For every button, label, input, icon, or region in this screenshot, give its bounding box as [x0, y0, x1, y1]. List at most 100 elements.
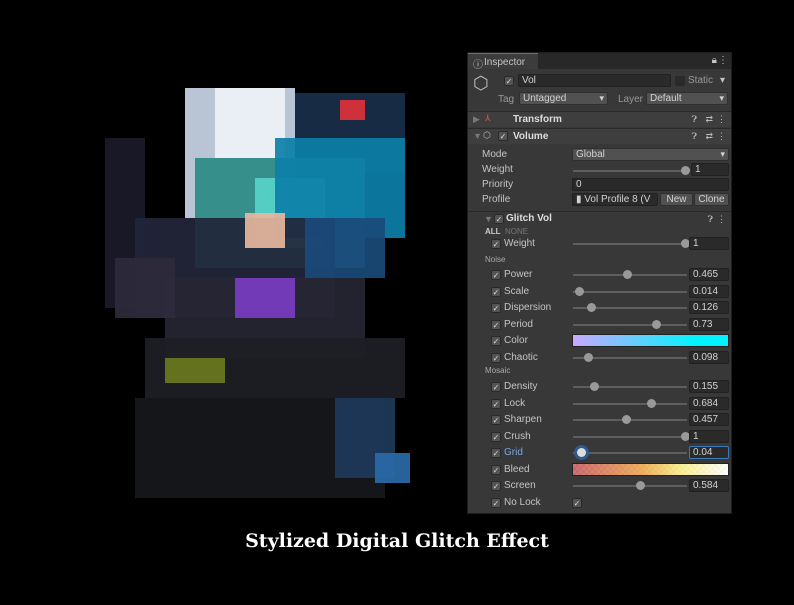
param-label: Screen [504, 480, 536, 491]
volume-header[interactable]: ▼ ⬡ ✓ Volume ❓︎ ⇄ ⋮ [468, 128, 731, 144]
priority-label: Priority [482, 179, 514, 190]
clone-label: Clone [698, 194, 725, 205]
color-swatch[interactable] [572, 334, 729, 347]
gradient-field[interactable] [572, 462, 729, 476]
param-value-input[interactable]: 0.584 [689, 479, 729, 492]
param-slider[interactable] [573, 435, 687, 438]
settings-icon[interactable]: ⇄ [705, 114, 713, 125]
param-slider[interactable] [573, 485, 687, 487]
mode-label: Mode [482, 149, 508, 160]
weight-slider[interactable] [573, 170, 687, 172]
slider-thumb[interactable] [651, 319, 661, 329]
glitch-vol-title: Glitch Vol [506, 213, 552, 224]
clone-profile-button[interactable]: Clone [694, 193, 729, 206]
override-checkbox[interactable]: ✓ [491, 382, 501, 392]
glitch-block [115, 258, 175, 318]
param-value-input[interactable]: 0.457 [689, 413, 729, 426]
override-checkbox[interactable]: ✓ [491, 431, 501, 442]
noise-section-header: Noise [485, 255, 506, 264]
override-checkbox[interactable]: ✓ [491, 497, 501, 508]
slider-thumb[interactable] [623, 270, 633, 279]
tag-dropdown[interactable]: Untagged [519, 92, 608, 105]
param-label: No Lock [504, 496, 541, 508]
active-checkbox[interactable]: ✓ [504, 76, 514, 86]
override-checkbox[interactable]: ✓ [491, 415, 501, 425]
layer-label: Layer [618, 94, 644, 105]
override-checkbox[interactable]: ✓ [491, 464, 501, 475]
param-value-input[interactable]: 1 [689, 237, 729, 250]
slider-thumb[interactable] [589, 382, 599, 391]
glitch-artwork-image [105, 78, 415, 508]
param-label: Lock [504, 397, 526, 409]
param-slider[interactable] [573, 243, 687, 245]
slider-thumb[interactable] [586, 303, 596, 312]
param-label: Density [504, 381, 538, 392]
param-value-input[interactable]: 0.04 [689, 446, 729, 459]
override-checkbox[interactable]: ✓ [491, 286, 501, 297]
volume-enabled-checkbox[interactable]: ✓ [498, 131, 508, 141]
help-icon[interactable]: ❓︎ [692, 131, 697, 142]
override-checkbox[interactable]: ✓ [491, 319, 501, 330]
tab-label: Inspector [484, 57, 526, 68]
volume-title: Volume [513, 131, 549, 142]
tab-inspector[interactable]: ⓘ Inspector [468, 53, 538, 71]
lock-icon[interactable]: 🔒︎ [712, 55, 717, 66]
slider-thumb[interactable] [583, 352, 593, 362]
more-icon[interactable]: ⋮ [717, 131, 726, 142]
no-lock-toggle[interactable]: ✓ [572, 497, 582, 508]
param-value-input[interactable]: 0.684 [689, 396, 729, 410]
override-checkbox[interactable]: ✓ [491, 303, 501, 313]
param-value-input[interactable]: 0.126 [689, 301, 729, 314]
override-checkbox[interactable]: ✓ [491, 448, 501, 458]
none-button[interactable]: NONE [505, 226, 528, 238]
slider-thumb[interactable] [577, 448, 587, 457]
param-value-input[interactable]: 0.155 [689, 380, 729, 393]
override-checkbox[interactable]: ✓ [491, 239, 501, 249]
param-value-input[interactable]: 0.73 [689, 317, 729, 331]
override-checkbox[interactable]: ✓ [491, 398, 501, 409]
param-slider[interactable] [573, 323, 687, 326]
param-value-input[interactable]: 1 [689, 429, 729, 443]
info-icon: ⓘ [473, 60, 483, 71]
param-label: Bleed [504, 463, 530, 475]
param-label: Sharpen [504, 414, 542, 425]
static-checkbox[interactable] [675, 76, 685, 86]
slider-thumb[interactable] [646, 398, 656, 408]
param-slider[interactable] [573, 452, 687, 454]
more-icon[interactable]: ⋮ [717, 114, 726, 125]
more-icon[interactable]: ⋮ [717, 214, 726, 225]
override-checkbox[interactable]: ✓ [491, 270, 501, 280]
weight-slider-thumb[interactable] [681, 166, 690, 175]
slider-thumb[interactable] [636, 481, 646, 490]
mode-dropdown[interactable]: Global [572, 148, 729, 161]
slider-thumb[interactable] [574, 286, 584, 296]
glitch-block [245, 213, 285, 248]
profile-label: Profile [482, 194, 511, 205]
param-value-input[interactable]: 0.098 [689, 350, 729, 364]
help-icon[interactable]: ❓︎ [692, 114, 697, 125]
more-icon[interactable]: ⋮ [718, 55, 728, 66]
settings-icon[interactable]: ⇄ [705, 131, 713, 142]
transform-header[interactable]: ▶ ⅄ Transform ❓︎ ⇄ ⋮ [468, 111, 731, 127]
slider-thumb[interactable] [622, 415, 632, 424]
all-button[interactable]: ALL [485, 226, 501, 238]
param-value-input[interactable]: 0.014 [689, 284, 729, 298]
weight-input[interactable]: 1 [691, 163, 729, 176]
static-dropdown-icon[interactable]: ▾ [720, 75, 725, 87]
help-icon[interactable]: ❓︎ [708, 214, 713, 225]
layer-dropdown[interactable]: Default [646, 92, 728, 105]
param-slider[interactable] [573, 290, 687, 293]
caption-title: Stylized Digital Glitch Effect [245, 530, 549, 552]
priority-input[interactable]: 0 [572, 178, 729, 191]
override-checkbox[interactable]: ✓ [491, 336, 501, 346]
param-value-input[interactable]: 0.465 [689, 268, 729, 281]
glitch-enabled-checkbox[interactable]: ✓ [494, 214, 504, 224]
object-name-input[interactable]: Vol [518, 74, 671, 87]
new-profile-button[interactable]: New [660, 193, 693, 206]
static-label: Static [688, 75, 714, 86]
override-checkbox[interactable]: ✓ [491, 352, 501, 363]
param-slider[interactable] [573, 402, 687, 405]
profile-object-field[interactable]: ▮ Vol Profile 8 (V [572, 193, 658, 206]
mosaic-section-header: Mosaic [485, 366, 511, 375]
override-checkbox[interactable]: ✓ [491, 481, 501, 491]
